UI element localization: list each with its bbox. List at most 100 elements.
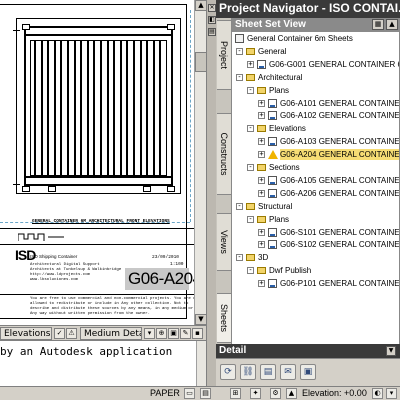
navigator-title-bar[interactable]: Project Navigator - ISO CONTAI...	[216, 0, 400, 18]
tab-project[interactable]: Project	[217, 20, 232, 90]
tree-node-label: G06-A206 GENERAL CONTAINER 6	[280, 188, 400, 198]
drawing-canvas[interactable]: GENERAL CONTAINER 6M ARCHITECTURAL FRONT…	[0, 0, 206, 325]
sheet-icon	[268, 98, 277, 108]
etransmit-icon[interactable]: ✉	[280, 364, 296, 380]
command-line-window[interactable]: by an Autodesk application	[0, 340, 206, 386]
tab-sheets[interactable]: Sheets	[217, 293, 232, 343]
refresh-icon[interactable]: ⟳	[220, 364, 236, 380]
expand-icon[interactable]: +	[258, 99, 265, 107]
tab-constructs[interactable]: Constructs	[217, 113, 232, 195]
expand-icon[interactable]: +	[258, 151, 265, 159]
command-scrollbar[interactable]	[196, 341, 206, 386]
collapse-icon[interactable]: -	[236, 202, 243, 210]
drawing-vertical-scrollbar[interactable]: ▲ ▼	[194, 0, 206, 325]
tree-subset[interactable]: - Dwf Publish	[232, 265, 399, 276]
tray-settings-icon[interactable]: ▪	[192, 328, 203, 339]
expand-icon[interactable]: +	[258, 228, 265, 236]
scroll-up-icon[interactable]: ▲	[195, 0, 206, 11]
sheet-set-tree[interactable]: General Container 6m Sheets - General + G06-…	[232, 32, 400, 344]
paper-space-toggle[interactable]: PAPER	[150, 388, 180, 398]
isolate-objects-icon[interactable]: ◐	[372, 388, 383, 399]
close-icon[interactable]: ✕	[208, 4, 216, 12]
dimension-tick	[13, 184, 20, 185]
publish-icon[interactable]: ▤	[260, 364, 276, 380]
dropdown-arrow-icon[interactable]: ▾	[144, 328, 155, 339]
tree-subset[interactable]: - Plans	[232, 214, 399, 225]
properties-menu-icon[interactable]: ▤	[208, 28, 216, 36]
tree-subset[interactable]: - Elevations	[232, 123, 399, 134]
tree-subset[interactable]: - 3D	[232, 252, 399, 263]
tree-node-label: G06-G001 GENERAL CONTAINER 6m T	[269, 59, 399, 69]
tab-views[interactable]: Views	[217, 213, 232, 271]
tree-subset[interactable]: - Plans	[232, 85, 399, 96]
autohide-icon[interactable]: ◧	[208, 16, 216, 24]
collapse-icon[interactable]: -	[247, 125, 254, 133]
layer-key-icon[interactable]: ✎	[180, 328, 191, 339]
tree-node-label: General Container 6m Sheets	[247, 34, 353, 43]
expand-arrow-icon[interactable]: ▼	[386, 346, 396, 356]
collapse-icon[interactable]: -	[247, 215, 254, 223]
tree-sheet[interactable]: + G06-G001 GENERAL CONTAINER 6m T	[232, 59, 399, 70]
folder-icon	[246, 73, 255, 81]
corrugation-line	[67, 40, 69, 176]
surface-hatch-icon[interactable]: ▣	[168, 328, 179, 339]
sheet-icon	[268, 111, 277, 121]
expand-icon[interactable]: +	[258, 189, 265, 197]
tree-subset[interactable]: - Architectural	[232, 72, 399, 83]
tree-subset[interactable]: - Structural	[232, 201, 399, 212]
palette-title-strip[interactable]: ✕ ◧ ▤	[206, 0, 216, 386]
folder-icon	[257, 164, 266, 171]
collapse-icon[interactable]: -	[247, 164, 254, 171]
expand-icon[interactable]: +	[247, 60, 254, 68]
tree-sheet[interactable]: + G06-S102 GENERAL CONTAINER 6	[232, 239, 399, 250]
lock-icon[interactable]: ▲	[286, 388, 297, 399]
expand-icon[interactable]: +	[258, 241, 265, 249]
workspace-icon[interactable]: ⚙	[270, 388, 281, 399]
copyright-note: Any way without written permission from …	[30, 312, 151, 316]
repath-project-icon[interactable]: ⛓	[240, 364, 256, 380]
collapse-arrow-icon[interactable]: ▲	[386, 19, 398, 30]
maximize-viewport-icon[interactable]: ⊞	[230, 388, 241, 399]
elevation-value[interactable]: +0.00	[344, 388, 367, 398]
expand-icon[interactable]: +	[258, 112, 265, 120]
collapse-icon[interactable]: -	[236, 73, 243, 81]
tree-subset[interactable]: - General	[232, 46, 399, 57]
tree-sheet[interactable]: + G06-A204 GENERAL CONTAINER 6	[232, 149, 399, 161]
tree-subset[interactable]: - Sections	[232, 162, 399, 173]
scroll-down-icon[interactable]: ▼	[195, 314, 206, 325]
scroll-thumb[interactable]	[195, 52, 206, 72]
corrugation-line	[73, 40, 76, 176]
status-menu-icon[interactable]: ▾	[386, 388, 397, 399]
tree-sheet-set[interactable]: General Container 6m Sheets	[232, 33, 399, 44]
bottom-rail	[24, 176, 173, 178]
corrugation-line	[93, 40, 96, 176]
corrugation-line	[113, 40, 116, 176]
view-options-icon[interactable]: ▦	[372, 19, 384, 30]
expand-icon[interactable]: +	[258, 176, 265, 184]
display-configuration[interactable]: Medium Detail	[80, 327, 142, 340]
archive-icon[interactable]: ▣	[300, 364, 316, 380]
tree-sheet[interactable]: + G06-A101 GENERAL CONTAINER 6	[232, 98, 399, 109]
quick-view-drawings-icon[interactable]: ▤	[200, 388, 211, 399]
tree-sheet[interactable]: + G06-A105 GENERAL CONTAINER 6	[232, 175, 399, 186]
annotation-visibility-icon[interactable]: ✦	[250, 388, 261, 399]
collapse-icon[interactable]: -	[236, 47, 243, 55]
collapse-icon[interactable]: -	[236, 254, 243, 262]
detail-panel-header[interactable]: Detail ▼	[216, 344, 400, 358]
tree-sheet[interactable]: + G06-A102 GENERAL CONTAINER 6	[232, 110, 399, 121]
tree-sheet[interactable]: + G06-A206 GENERAL CONTAINER 6	[232, 188, 400, 199]
cut-plane-icon[interactable]: ⊕	[156, 328, 167, 339]
annotation-scale-icon[interactable]: ⚠	[66, 328, 77, 339]
collapse-icon[interactable]: -	[247, 86, 254, 94]
tree-sheet[interactable]: + G06-A103 GENERAL CONTAINER 6	[232, 136, 399, 147]
layout-tab-elevations[interactable]: Elevations	[0, 327, 52, 340]
expand-icon[interactable]: +	[258, 280, 265, 288]
tree-sheet[interactable]: + G06-S101 GENERAL CONTAINER 6	[232, 227, 399, 238]
company-line: http://www.ldprojects.com	[30, 273, 91, 277]
expand-icon[interactable]: +	[258, 138, 265, 146]
collapse-icon[interactable]: -	[247, 267, 254, 275]
quick-view-layouts-icon[interactable]: ▭	[184, 388, 195, 399]
layout-menu-icon[interactable]: ✓	[54, 328, 65, 339]
tree-sheet[interactable]: + G06-P101 GENERAL CONTAINER 6	[232, 278, 399, 289]
folder-icon	[246, 202, 255, 210]
